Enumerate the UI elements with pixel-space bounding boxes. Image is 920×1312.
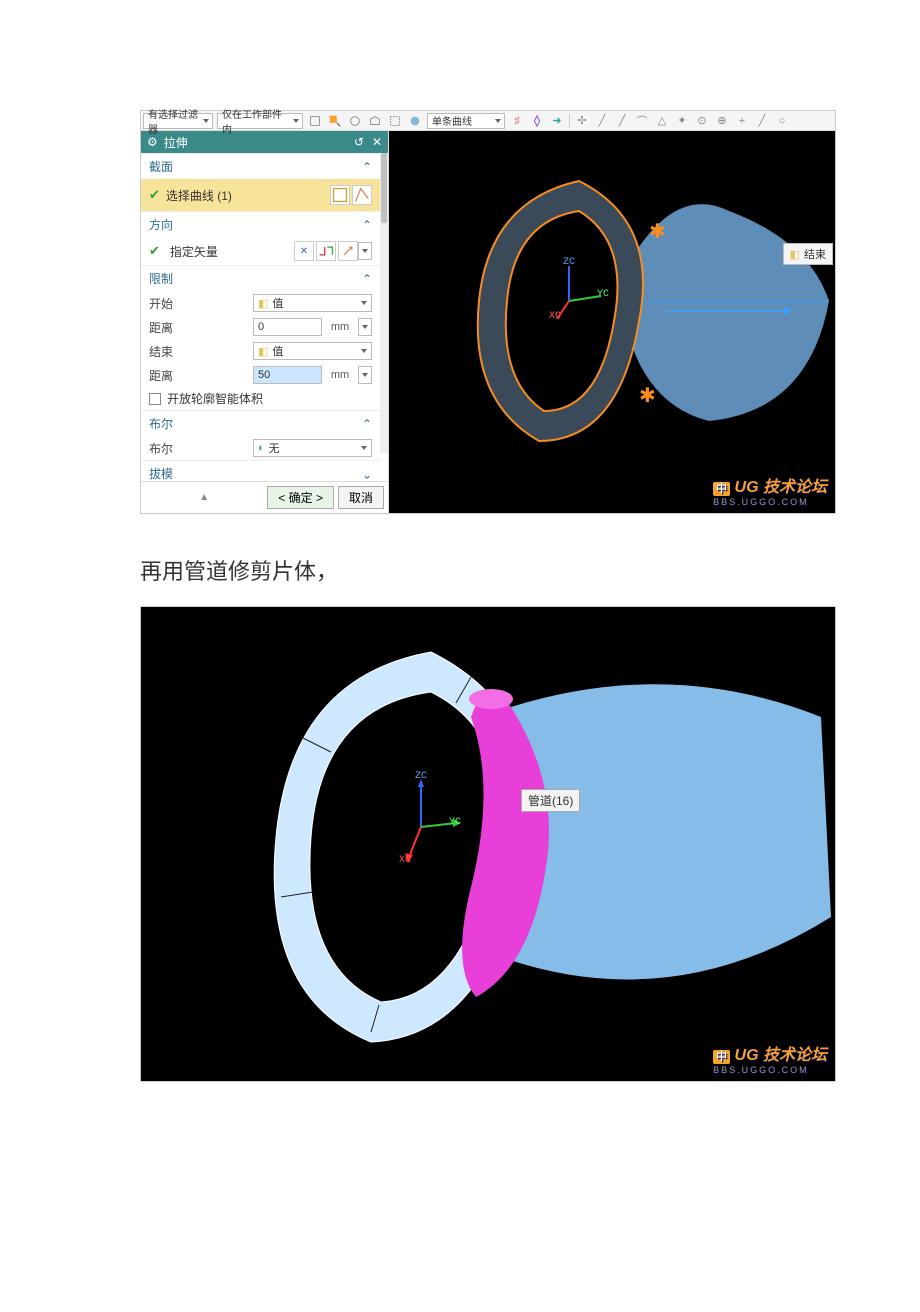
toolbar-icon-3[interactable] bbox=[347, 113, 363, 129]
chevron-up-icon: ⌃ bbox=[362, 218, 372, 232]
snap-end-icon[interactable]: ✢ bbox=[574, 113, 590, 129]
gear-icon[interactable]: ⚙ bbox=[147, 135, 158, 149]
distance2-label: 距离 bbox=[149, 367, 249, 384]
endpoint-marker-icon: ✱ bbox=[649, 219, 666, 244]
snap-mid-icon[interactable]: ╱ bbox=[594, 113, 610, 129]
sketch-icon[interactable] bbox=[330, 185, 350, 205]
ok-button[interactable]: < 确定 > bbox=[267, 486, 334, 509]
panel-scrollbar[interactable] bbox=[380, 153, 388, 453]
toolbar-icon-6[interactable] bbox=[407, 113, 423, 129]
snap-int-icon[interactable]: ⊕ bbox=[714, 113, 730, 129]
unit-label: mm bbox=[326, 321, 354, 333]
start-label: 开始 bbox=[149, 295, 249, 312]
snap-perp-icon[interactable]: ╱ bbox=[614, 113, 630, 129]
endpoint-marker-icon: ✱ bbox=[639, 383, 656, 408]
curve-dropdown[interactable]: 单条曲线 bbox=[427, 113, 505, 129]
chevron-up-icon: ⌃ bbox=[362, 272, 372, 286]
section-section[interactable]: 截面 ⌃ bbox=[141, 153, 380, 179]
toolbar-icon-4[interactable] bbox=[367, 113, 383, 129]
chevron-down-icon: ⌃ bbox=[362, 467, 372, 481]
close-icon[interactable]: ✕ bbox=[372, 135, 382, 149]
select-curve-label: 选择曲线 (1) bbox=[166, 187, 232, 204]
boolean-select[interactable]: ◐无 bbox=[253, 439, 372, 457]
specify-vector-row[interactable]: ✔ 指定矢量 ✕ bbox=[141, 237, 380, 265]
distance1-label: 距离 bbox=[149, 319, 249, 336]
caption-text: 再用管道修剪片体， bbox=[140, 554, 920, 586]
vector-reverse-icon[interactable] bbox=[316, 241, 336, 261]
toolbar-icon-1[interactable] bbox=[307, 113, 323, 129]
panel-footer: ▲ < 确定 > 取消 bbox=[141, 481, 388, 513]
snap-icon-2[interactable] bbox=[529, 113, 545, 129]
end-drag-handle[interactable]: ◧ 结束 bbox=[783, 243, 833, 265]
wcs-triad: ZC YC XC bbox=[391, 777, 451, 837]
cancel-button[interactable]: 取消 bbox=[338, 486, 384, 509]
wcs-triad: ZC YC XC bbox=[549, 261, 609, 321]
top-toolbar: 有选择过滤器 仅在工作部件内 单条曲线 ♯ ➜ ✢ ╱ ╱ ⌒ △ ✦ ⊙ ⊕ … bbox=[141, 111, 835, 131]
extrude-panel: ⚙ 拉伸 ↺ ✕ 截面 ⌃ ✔ 选择曲线 (1) bbox=[141, 131, 389, 513]
distance1-unit-dropdown[interactable] bbox=[358, 318, 372, 336]
distance1-input[interactable]: 0 bbox=[253, 318, 322, 336]
vector-dialog-icon[interactable]: ✕ bbox=[294, 241, 314, 261]
toolbar-icon-2[interactable] bbox=[327, 113, 343, 129]
check-icon: ✔ bbox=[149, 187, 160, 203]
snap-center-icon[interactable]: ⊙ bbox=[694, 113, 710, 129]
open-profile-label: 开放轮廓智能体积 bbox=[167, 390, 263, 407]
open-profile-checkbox[interactable] bbox=[149, 393, 161, 405]
end-label: 结束 bbox=[149, 343, 249, 360]
chevron-up-icon: ⌃ bbox=[362, 160, 372, 174]
section-direction[interactable]: 方向 ⌃ bbox=[141, 211, 380, 237]
direction-arrow bbox=[664, 301, 794, 321]
screenshot-trim-result: 管道(16) ZC YC XC 中 UG 技术论坛 BBS.UGGO.COM bbox=[140, 606, 836, 1082]
snap-curve-icon[interactable]: ╱ bbox=[754, 113, 770, 129]
watermark: 中 UG 技术论坛 BBS.UGGO.COM bbox=[713, 1041, 827, 1075]
cube-icon: ◧ bbox=[790, 248, 800, 261]
filter-dropdown[interactable]: 有选择过滤器 bbox=[143, 113, 213, 129]
screenshot-extrude-dialog: 有选择过滤器 仅在工作部件内 单条曲线 ♯ ➜ ✢ ╱ ╱ ⌒ △ ✦ ⊙ ⊕ … bbox=[140, 110, 836, 514]
vector-method-dropdown[interactable] bbox=[358, 242, 372, 260]
toolbar-icon-5[interactable] bbox=[387, 113, 403, 129]
curve-rule-icon[interactable] bbox=[352, 185, 372, 205]
watermark: 中 UG 技术论坛 BBS.UGGO.COM bbox=[713, 473, 827, 507]
vector-autodirection-icon[interactable] bbox=[338, 241, 358, 261]
snap-node-icon[interactable]: ✦ bbox=[674, 113, 690, 129]
reset-icon[interactable]: ↺ bbox=[354, 135, 364, 149]
snap-tan-icon[interactable]: ⌒ bbox=[634, 113, 650, 129]
snap-grid-icon[interactable]: ♯ bbox=[509, 113, 525, 129]
panel-title-text: 拉伸 bbox=[164, 134, 188, 151]
graphics-view[interactable]: ✱ ✱ ZC YC XC bbox=[389, 131, 835, 513]
section-draft[interactable]: 拔模 ⌃ bbox=[141, 460, 380, 481]
unit-label: mm bbox=[326, 369, 354, 381]
section-boolean[interactable]: 布尔 ⌃ bbox=[141, 410, 380, 436]
distance2-input[interactable]: 50 bbox=[253, 366, 322, 384]
snap-quad-icon[interactable]: △ bbox=[654, 113, 670, 129]
collapse-up-icon[interactable]: ▲ bbox=[145, 492, 263, 503]
snap-plus-icon[interactable]: + bbox=[734, 113, 750, 129]
select-curve-row[interactable]: ✔ 选择曲线 (1) bbox=[141, 179, 380, 211]
specify-vector-label: 指定矢量 bbox=[170, 243, 218, 260]
boolean-label: 布尔 bbox=[149, 440, 249, 457]
tube-body bbox=[451, 687, 571, 1007]
scope-dropdown[interactable]: 仅在工作部件内 bbox=[217, 113, 303, 129]
start-type-select[interactable]: ◧值 bbox=[253, 294, 372, 312]
feature-tooltip: 管道(16) bbox=[521, 789, 580, 812]
section-limits[interactable]: 限制 ⌃ bbox=[141, 265, 380, 291]
end-type-select[interactable]: ◧值 bbox=[253, 342, 372, 360]
snap-icon-3[interactable]: ➜ bbox=[549, 113, 565, 129]
check-icon: ✔ bbox=[149, 243, 160, 259]
chevron-up-icon: ⌃ bbox=[362, 417, 372, 431]
snap-last-icon[interactable]: ○ bbox=[774, 113, 790, 129]
distance2-unit-dropdown[interactable] bbox=[358, 366, 372, 384]
